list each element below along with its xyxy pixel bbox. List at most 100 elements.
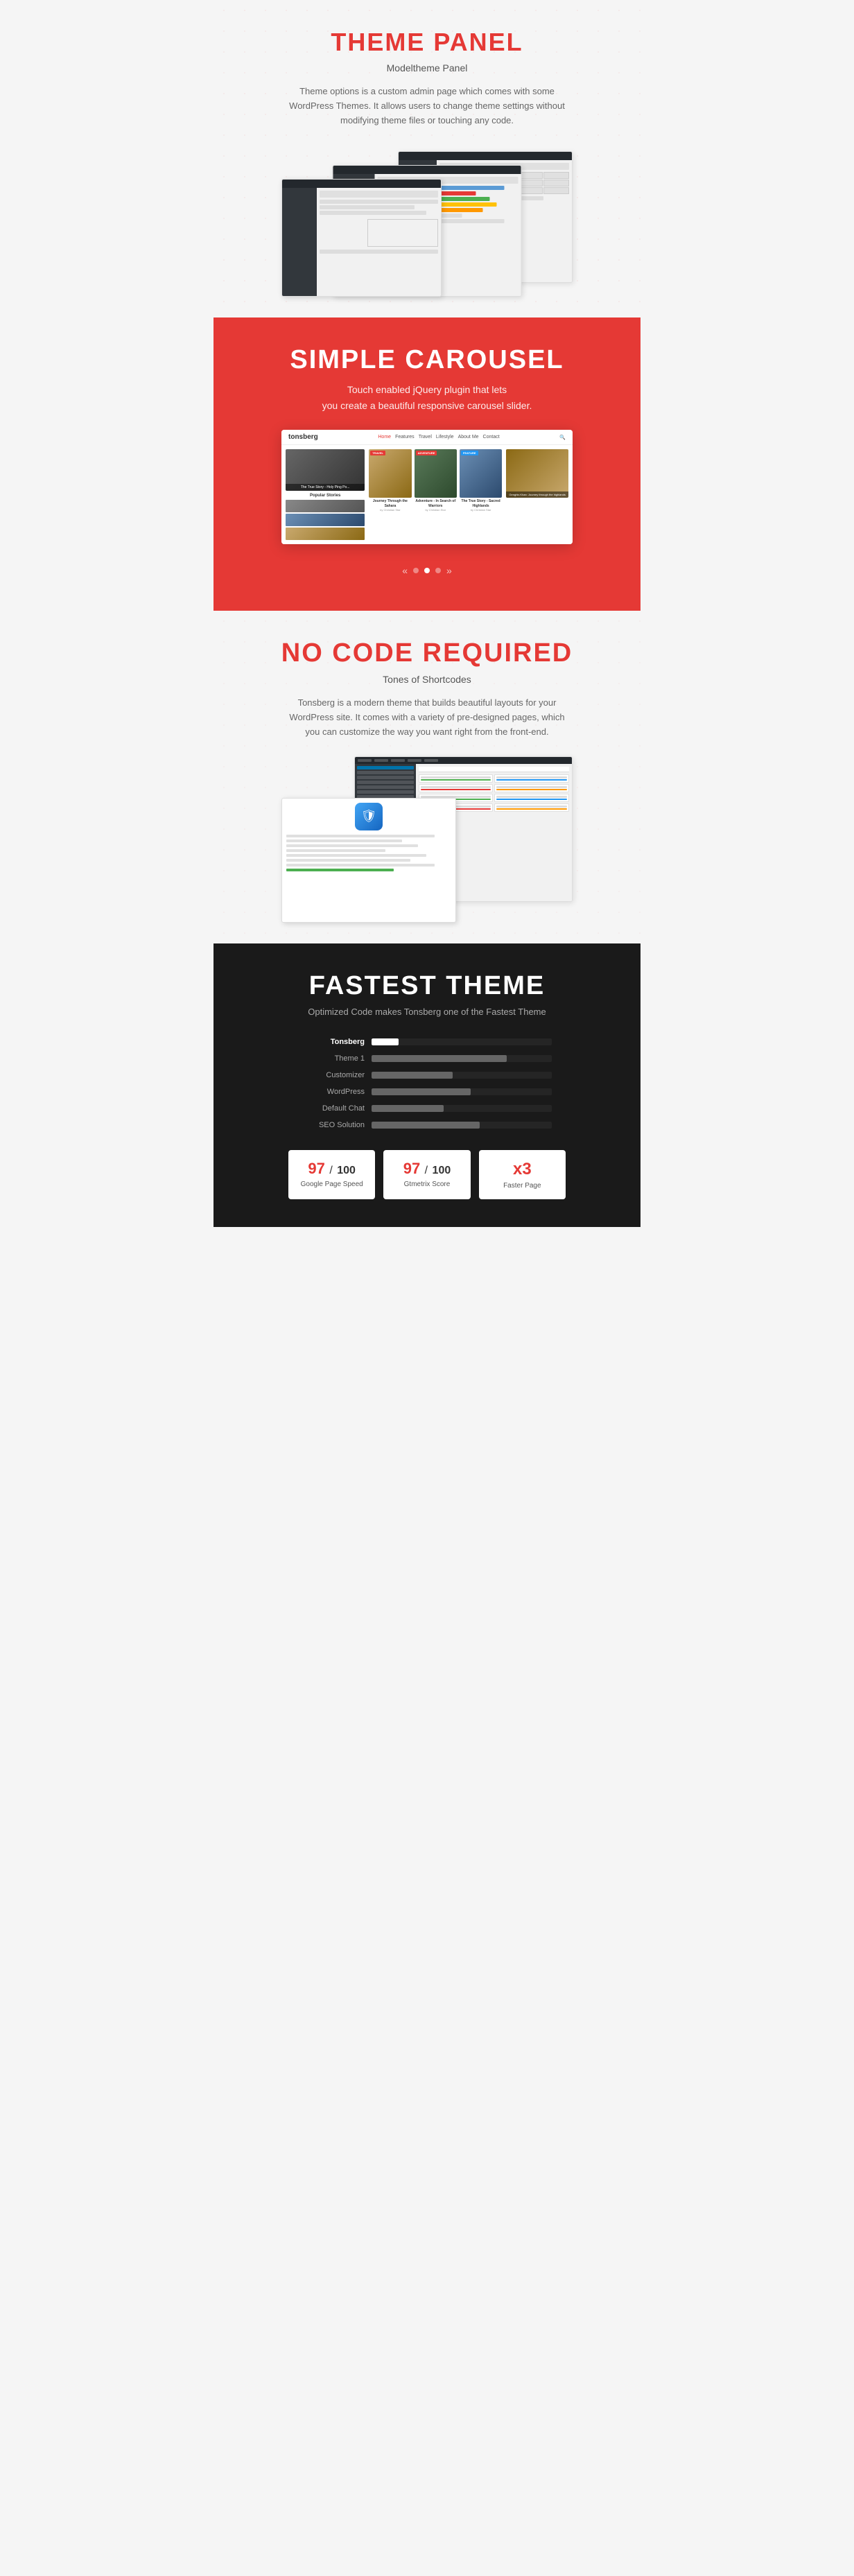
card-author-sahara: by Christian Star xyxy=(369,508,411,512)
speed-bar-track xyxy=(372,1122,552,1129)
mock-header-front xyxy=(320,191,438,198)
shield-icon: 🛡 xyxy=(355,803,383,830)
card-badge-warriors: ADVENTURE xyxy=(416,451,437,455)
carousel-left-panel: The True Story - Holy Ping Po... Popular… xyxy=(286,449,365,540)
carousel-dot-1[interactable] xyxy=(413,568,419,573)
card-badge-sahara: TRAVEL xyxy=(370,451,385,455)
carousel-dot-2[interactable] xyxy=(424,568,430,573)
grid-cell xyxy=(543,172,569,179)
carousel-prev-arrow[interactable]: « xyxy=(402,565,408,576)
nocode-front-lines xyxy=(286,835,451,871)
card-image-highlands: FEATURE xyxy=(460,449,502,498)
speed-bar-seosolution: SEO Solution xyxy=(302,1121,552,1129)
fastest-title: FASTEST THEME xyxy=(227,971,627,1001)
shortcode-label xyxy=(421,786,491,788)
nav-link-about[interactable]: About Me xyxy=(458,435,479,440)
mock-row xyxy=(320,250,438,254)
mock-admin-bar-back xyxy=(399,152,572,160)
shortcode-item xyxy=(494,784,569,792)
wp-admin-bar-item xyxy=(358,759,372,762)
nav-link-features[interactable]: Features xyxy=(395,435,415,440)
speed-bars-container: Tonsberg Theme 1 Customizer WordPress De… xyxy=(302,1038,552,1129)
shortcode-label xyxy=(496,776,567,778)
mock-row xyxy=(320,205,415,209)
mock-sidebar-front xyxy=(282,188,317,297)
score-slash-gtmetrix: / xyxy=(425,1165,431,1176)
speed-bar-label-defaultchat: Default Chat xyxy=(302,1104,372,1113)
nocode-screenshots: 🛡 xyxy=(281,756,573,923)
sidebar-item xyxy=(357,776,414,779)
popular-stories-label: Popular Stories xyxy=(286,494,365,498)
carousel-search-icon[interactable]: 🔍 xyxy=(559,435,566,440)
sidebar-item xyxy=(357,790,414,794)
wp-admin-bar-item xyxy=(391,759,405,762)
score-denom-pagespeed: 100 xyxy=(337,1165,356,1176)
sidebar-item xyxy=(357,781,414,784)
popular-item-1 xyxy=(286,500,365,512)
nav-link-contact[interactable]: Contact xyxy=(483,435,500,440)
mock-admin-bar-front xyxy=(282,180,441,188)
speed-bar-wordpress: WordPress xyxy=(302,1088,552,1096)
carousel-cards: TRAVEL Journey Through the Sahara by Chr… xyxy=(369,449,502,540)
speed-bar-fill-customizer xyxy=(372,1072,453,1079)
theme-panel-subtitle: Modeltheme Panel xyxy=(227,62,627,73)
theme-panel-title: THEME PANEL xyxy=(227,28,627,57)
front-line xyxy=(286,854,426,857)
shortcode-label xyxy=(496,806,567,808)
wp-admin-bar-item xyxy=(374,759,388,762)
shortcode-bar-orange xyxy=(496,789,567,790)
card-right-overlay: Genghis Khan: Journey through the highla… xyxy=(506,491,568,498)
speed-bar-fill-wordpress xyxy=(372,1088,471,1095)
sidebar-item xyxy=(357,771,414,774)
card-author-highlands: by Christian Star xyxy=(460,508,502,512)
nocode-front-inner: 🛡 xyxy=(282,799,455,876)
theme-panel-screenshots xyxy=(281,144,573,297)
score-main-gtmetrix: 97 xyxy=(403,1160,420,1177)
carousel-card-highlands: FEATURE The True Story - Sacred Highland… xyxy=(460,449,502,540)
popular-items-list xyxy=(286,500,365,540)
speed-bar-customizer: Customizer xyxy=(302,1071,552,1079)
carousel-card-sahara: TRAVEL Journey Through the Sahara by Chr… xyxy=(369,449,411,540)
shortcode-bar xyxy=(496,808,567,810)
score-slash: / xyxy=(329,1165,336,1176)
grid-cell xyxy=(543,187,569,194)
carousel-next-arrow[interactable]: » xyxy=(446,565,452,576)
carousel-nav-logo: tonsberg xyxy=(288,433,318,441)
main-image-overlay: The True Story - Holy Ping Po... xyxy=(286,484,365,491)
carousel-title: SIMPLE CAROUSEL xyxy=(227,345,627,375)
carousel-nav-links: Home Features Travel Lifestyle About Me … xyxy=(378,435,499,440)
popular-item-3 xyxy=(286,528,365,540)
shortcode-item xyxy=(419,774,494,783)
carousel-dot-3[interactable] xyxy=(435,568,441,573)
nav-link-home[interactable]: Home xyxy=(378,435,391,440)
card-image-sahara: TRAVEL xyxy=(369,449,411,498)
nav-link-travel[interactable]: Travel xyxy=(419,435,432,440)
card-title-warriors: Adventure - In Search of Warriors xyxy=(415,499,457,508)
theme-panel-description: Theme options is a custom admin page whi… xyxy=(288,85,566,128)
speed-bar-defaultchat: Default Chat xyxy=(302,1104,552,1113)
front-line xyxy=(286,839,402,842)
speed-bar-fill-defaultchat xyxy=(372,1105,444,1112)
shortcode-bar xyxy=(496,799,567,800)
speed-bar-track xyxy=(372,1038,552,1045)
front-line xyxy=(286,844,418,847)
score-label-pagespeed: Google Page Speed xyxy=(295,1181,368,1188)
speed-bar-label-wordpress: WordPress xyxy=(302,1088,372,1096)
score-label-gtmetrix: Gtmetrix Score xyxy=(390,1181,463,1188)
nav-link-lifestyle[interactable]: Lifestyle xyxy=(436,435,454,440)
front-line xyxy=(286,835,435,837)
front-line xyxy=(286,869,394,871)
nocode-description: Tonsberg is a modern theme that builds b… xyxy=(288,696,566,739)
wp-admin-bar xyxy=(355,757,572,764)
section-carousel: SIMPLE CAROUSEL Touch enabled jQuery plu… xyxy=(214,317,640,611)
speed-bar-label-customizer: Customizer xyxy=(302,1071,372,1079)
shortcode-bar-blue xyxy=(496,779,567,781)
card-title-sahara: Journey Through the Sahara xyxy=(369,499,411,508)
shortcode-label xyxy=(496,796,567,798)
card-title-highlands: The True Story - Sacred Highlands xyxy=(460,499,502,508)
shortcode-label xyxy=(496,786,567,788)
nocode-subtitle: Tones of Shortcodes xyxy=(227,674,627,685)
card-badge-highlands: FEATURE xyxy=(461,451,478,455)
section-nocode: NO CODE REQUIRED Tones of Shortcodes Ton… xyxy=(214,611,640,943)
speed-bar-fill-seosolution xyxy=(372,1122,480,1129)
